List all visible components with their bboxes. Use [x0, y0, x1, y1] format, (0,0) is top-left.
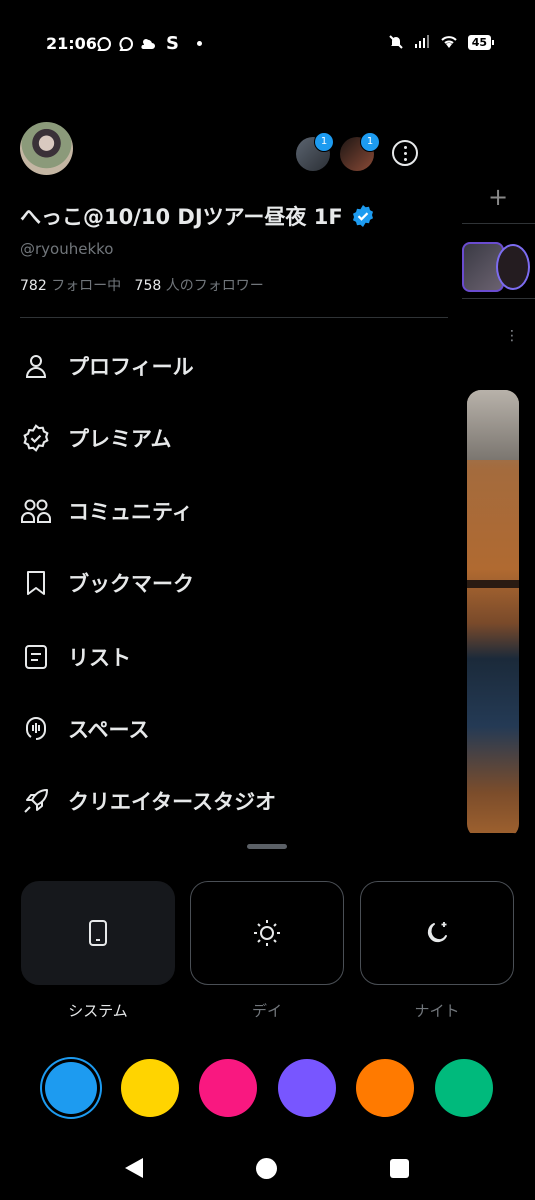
notification-icons: S [96, 33, 202, 54]
chat-bubble-icon [119, 36, 133, 51]
system-icons: 45 [388, 34, 495, 50]
divider [20, 317, 448, 318]
battery-icon: 45 [467, 34, 495, 50]
verified-badge-icon [20, 422, 52, 454]
theme-label-night: ナイト [414, 1002, 460, 1020]
follow-stats: 782 フォロー中 758 人のフォロワー [20, 275, 264, 295]
verified-icon [352, 205, 373, 227]
menu-item-profile[interactable]: プロフィール [0, 338, 462, 394]
menu-item-label: クリエイタースタジオ [68, 790, 277, 814]
profile-name-row[interactable]: へっこ@10/10 DJツアー昼夜 1F [20, 201, 375, 231]
account-badge: 1 [360, 132, 380, 152]
accent-color-green[interactable] [435, 1059, 493, 1117]
theme-label-day: デイ [251, 1002, 282, 1020]
chat-bubble-icon [97, 36, 111, 51]
spaces-icon [20, 713, 52, 745]
accent-color-pink[interactable] [199, 1059, 257, 1117]
menu-item-lists[interactable]: リスト [0, 629, 462, 685]
more-notifications-dot [196, 41, 202, 46]
more-icon: ⋮ [505, 328, 519, 344]
profile-name: へっこ@10/10 DJツアー昼夜 1F [20, 205, 343, 229]
wifi-icon [440, 36, 457, 48]
add-tab-icon: + [488, 183, 509, 211]
theme-option-night[interactable] [360, 881, 514, 985]
menu-item-label: リスト [68, 646, 131, 670]
home-icon[interactable] [256, 1158, 277, 1179]
account-badge: 1 [314, 132, 334, 152]
accent-color-purple[interactable] [278, 1059, 336, 1117]
following-label[interactable]: フォロー中 [51, 278, 121, 294]
followers-count[interactable]: 758 [135, 278, 162, 294]
weather-icon [141, 38, 155, 49]
followers-label[interactable]: 人のフォロワー [166, 278, 264, 294]
accent-color-yellow[interactable] [121, 1059, 179, 1117]
list-icon [20, 641, 52, 673]
theme-option-day[interactable] [190, 881, 344, 985]
person-icon [20, 350, 52, 382]
accent-color-blue[interactable] [45, 1062, 97, 1114]
communities-icon [20, 495, 52, 527]
accent-color-orange[interactable] [356, 1059, 414, 1117]
divider [462, 298, 535, 299]
app-s-icon: S [166, 33, 179, 54]
rocket-icon [20, 785, 52, 817]
menu-item-creator-studio[interactable]: クリエイタースタジオ [0, 773, 462, 829]
sheet-drag-handle[interactable] [247, 844, 287, 849]
moon-icon [427, 922, 447, 943]
sun-icon [254, 920, 280, 946]
menu-item-label: ブックマーク [68, 572, 194, 596]
phone-icon [89, 920, 107, 946]
post-image [467, 390, 519, 838]
more-options-icon[interactable] [392, 140, 418, 166]
profile-handle[interactable]: @ryouhekko [20, 240, 113, 258]
bookmark-icon [20, 567, 52, 599]
menu-item-communities[interactable]: コミュニティ [0, 483, 462, 539]
menu-item-spaces[interactable]: スペース [0, 701, 462, 757]
menu-item-label: スペース [68, 718, 150, 742]
theme-label-system: システム [68, 1002, 128, 1020]
menu-item-label: プロフィール [68, 355, 194, 379]
menu-item-label: プレミアム [68, 427, 172, 451]
back-icon[interactable] [125, 1158, 143, 1178]
avatar[interactable] [20, 122, 73, 175]
menu-item-bookmarks[interactable]: ブックマーク [0, 555, 462, 611]
theme-option-system[interactable] [21, 881, 175, 985]
mute-icon [388, 35, 403, 49]
menu-item-premium[interactable]: プレミアム [0, 410, 462, 466]
status-time: 21:06 [46, 34, 97, 53]
status-bar: 21:06 S 45 [0, 0, 535, 88]
signal-icon [414, 35, 429, 48]
recents-icon[interactable] [390, 1159, 409, 1178]
story-thumbnail [496, 244, 530, 290]
menu-item-label: コミュニティ [68, 500, 193, 524]
following-count[interactable]: 782 [20, 278, 47, 294]
divider [462, 223, 535, 224]
